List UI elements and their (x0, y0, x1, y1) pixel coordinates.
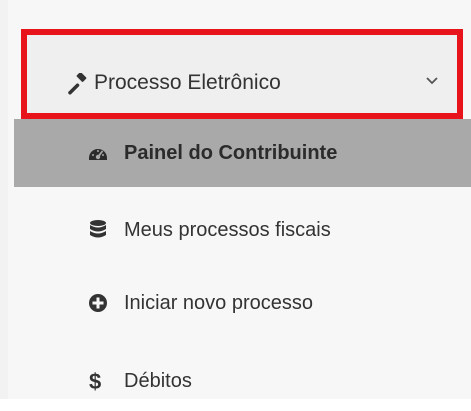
dashboard-icon (89, 149, 107, 160)
left-gutter (0, 0, 8, 399)
plus-circle-icon (89, 294, 107, 312)
menu-item-label: Meus processos fiscais (124, 219, 331, 241)
menu-item-iniciar-novo-processo[interactable]: Iniciar novo processo (14, 268, 471, 336)
gavel-icon (68, 73, 87, 95)
chevron-down-icon[interactable] (425, 76, 439, 86)
menu-item-painel-do-contribuinte[interactable]: Painel do Contribuinte (14, 119, 471, 187)
menu-item-label: Débitos (124, 370, 192, 392)
menu-header-processo-eletronico[interactable]: Processo Eletrônico (21, 29, 463, 119)
menu-item-label: Iniciar novo processo (124, 292, 313, 314)
menu-item-label: Painel do Contribuinte (124, 142, 338, 164)
dollar-icon: $ (89, 369, 102, 394)
database-icon (90, 220, 106, 238)
menu-item-debitos[interactable]: $ Débitos (14, 343, 471, 411)
menu-header-label: Processo Eletrônico (94, 71, 281, 94)
menu-item-meus-processos-fiscais[interactable]: Meus processos fiscais (14, 196, 471, 264)
page: Processo Eletrônico Painel do Contribuin… (0, 0, 471, 399)
